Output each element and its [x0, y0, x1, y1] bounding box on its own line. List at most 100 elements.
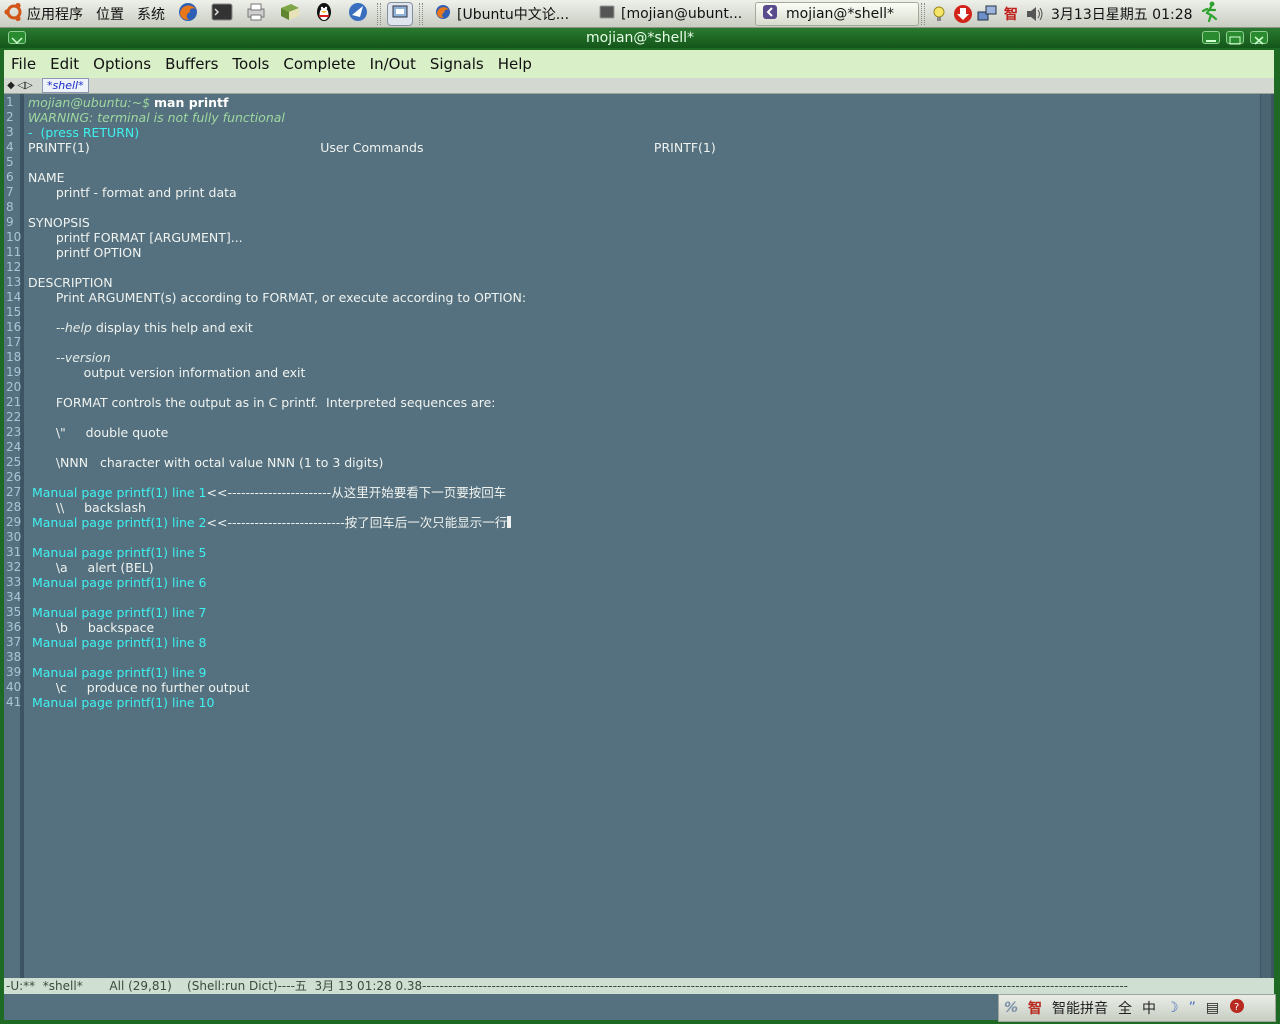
menu-edit[interactable]: Edit: [43, 55, 86, 73]
system-tray: 智: [927, 0, 1047, 28]
window-titlebar[interactable]: mojian@*shell*: [0, 28, 1280, 48]
menu-signals[interactable]: Signals: [423, 55, 491, 73]
ime-mode-icon[interactable]: 智: [1023, 998, 1047, 1018]
buffer-line-segment: [28, 320, 56, 335]
line-number: 20: [6, 380, 22, 394]
line-number: 10: [6, 230, 22, 244]
top-panel: 应用程序 位置 系统 [Ubuntu中文论... [mojian@ubunt..…: [0, 0, 1280, 28]
scrollbar[interactable]: [1260, 94, 1274, 978]
menu-inout[interactable]: In/Out: [363, 55, 423, 73]
firefox-icon: [177, 1, 199, 27]
buffer-line: WARNING: terminal is not fully functiona…: [28, 110, 285, 125]
buffer-line-segment: SYNOPSIS: [28, 215, 90, 230]
taskbar-item-label: [Ubuntu中文论...: [457, 6, 570, 23]
buffer-line: Manual page printf(1) line 8: [28, 635, 207, 650]
buffer-line: DESCRIPTION: [28, 275, 113, 290]
printer-launcher[interactable]: [243, 2, 269, 26]
ime-icon[interactable]: 智: [1001, 4, 1021, 24]
places-menu-label: 位置: [96, 6, 124, 23]
buffer-line-segment: \\ backslash: [28, 500, 146, 515]
buffer-line-segment: \b backspace: [28, 620, 155, 635]
buffer-line-segment: Manual page printf(1) line 7: [28, 605, 207, 620]
shell-buffer[interactable]: 1 2 3 4 5 6 7 8 9 10 11 12 13 14 15 16 17 18 19 20 21 22 23 24 2…: [4, 94, 1274, 978]
system-menu[interactable]: 系统: [130, 0, 171, 28]
buffer-line: printf - format and print data: [28, 185, 237, 200]
buffer-line: SYNOPSIS: [28, 215, 90, 230]
dictionary-launcher[interactable]: [277, 2, 303, 26]
svg-text:?: ?: [1234, 1002, 1239, 1013]
window-menu-button[interactable]: [8, 31, 26, 45]
mode-line: -U:** *shell* All (29,81) (Shell:run Dic…: [4, 978, 1274, 994]
line-number: 33: [6, 575, 22, 589]
keyboard-icon[interactable]: ▤: [1201, 1000, 1224, 1016]
minimize-button[interactable]: [1202, 31, 1220, 44]
firefox-launcher[interactable]: [175, 2, 201, 26]
line-number: 6: [6, 170, 14, 184]
buffer-line: \b backspace: [28, 620, 154, 635]
line-number: 39: [6, 665, 22, 679]
help-icon[interactable]: ?: [1224, 998, 1250, 1018]
close-button[interactable]: [1250, 31, 1268, 45]
line-number: 37: [6, 635, 22, 649]
taskbar-item-firefox[interactable]: [Ubuntu中文论...: [429, 2, 589, 26]
ime-name[interactable]: 智能拼音: [1047, 998, 1113, 1018]
buffer-line: Manual page printf(1) line 6: [28, 575, 207, 590]
buffer-line-segment: --help: [55, 320, 92, 335]
buffer-line: \NNN character with octal value NNN (1 t…: [28, 455, 384, 470]
taskbar-item-terminal[interactable]: [mojian@ubunt...: [593, 2, 751, 26]
emacs-icon: [762, 4, 778, 24]
buffer-line-segment: Manual page printf(1) line 5: [28, 545, 207, 560]
buffer-line: output version information and exit: [28, 365, 306, 380]
line-number: 29: [6, 515, 22, 529]
ime-logo-icon[interactable]: %: [999, 1000, 1023, 1016]
maximize-button[interactable]: [1226, 31, 1244, 45]
update-arrow-icon[interactable]: [953, 4, 973, 24]
menu-options[interactable]: Options: [86, 55, 158, 73]
ubuntu-logo-icon: [4, 2, 24, 26]
menu-complete[interactable]: Complete: [276, 55, 362, 73]
panel-separator: [419, 2, 423, 25]
menu-buffers[interactable]: Buffers: [158, 55, 225, 73]
buffer-line-segment: Manual page printf(1) line 9: [28, 665, 207, 680]
terminal-launcher[interactable]: [209, 2, 235, 26]
taskbar-item-emacs[interactable]: mojian@*shell*: [755, 1, 919, 26]
network-icon[interactable]: [977, 4, 997, 24]
line-number: 4: [6, 140, 14, 154]
menu-file[interactable]: File: [4, 55, 43, 73]
qq-launcher[interactable]: [311, 2, 337, 26]
menu-tools[interactable]: Tools: [225, 55, 276, 73]
buffer-line-segment: --version: [55, 350, 111, 365]
ime-chinese-toggle[interactable]: 中: [1137, 998, 1161, 1018]
places-menu[interactable]: 位置: [89, 0, 130, 28]
buffer-line: Manual page printf(1) line 10: [28, 695, 214, 710]
pidgin-launcher[interactable]: [345, 2, 371, 26]
buffer-line-segment: man printf: [154, 95, 229, 110]
scrollbar-thumb[interactable]: [1261, 94, 1271, 978]
line-number: 24: [6, 440, 22, 454]
applications-menu[interactable]: 应用程序: [0, 0, 89, 28]
lightbulb-icon[interactable]: [929, 4, 949, 24]
ime-fullwidth-toggle[interactable]: 全: [1113, 998, 1137, 1018]
menu-help[interactable]: Help: [491, 55, 539, 73]
buffer-line: Manual page printf(1) line 1<<----------…: [28, 485, 506, 500]
line-number: 15: [6, 305, 22, 319]
quote-icon[interactable]: ”: [1184, 1000, 1201, 1016]
screen-capture-icon: [391, 4, 409, 24]
tab-shell[interactable]: *shell*: [42, 78, 89, 93]
taskbar-item-label: mojian@*shell*: [786, 5, 894, 22]
panel-clock[interactable]: 3月13日星期五 01:28: [1051, 4, 1193, 24]
terminal-icon: [211, 2, 233, 26]
buffer-line-segment: DESCRIPTION: [28, 275, 113, 290]
moon-icon[interactable]: ☽: [1161, 1000, 1184, 1016]
line-number: 38: [6, 650, 22, 664]
tab-scroll-updown-icon[interactable]: ◆: [4, 79, 18, 93]
tab-scroll-leftright-icon[interactable]: ◁▷: [17, 79, 32, 93]
line-number: 34: [6, 590, 22, 604]
buffer-line: PRINTF(1) User Commands PRINTF(1): [28, 140, 716, 155]
quit-runner-icon[interactable]: [1201, 1, 1219, 27]
buffer-line: \c produce no further output: [28, 680, 250, 695]
screen-capture-launcher[interactable]: [387, 1, 413, 26]
line-number: 31: [6, 545, 22, 559]
volume-icon[interactable]: [1025, 4, 1045, 24]
line-number: 26: [6, 470, 22, 484]
